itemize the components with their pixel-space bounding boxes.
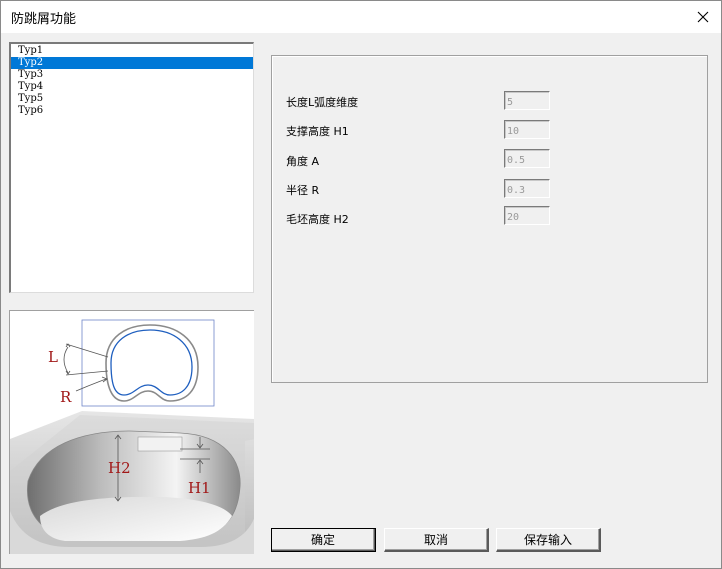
dialog-window: 防跳屑功能 Typ1 Typ2 Typ3 Typ4 Typ5 Typ6 L R …: [0, 0, 722, 569]
list-item-typ5[interactable]: Typ5: [11, 93, 253, 105]
close-icon: [697, 11, 709, 23]
close-button[interactable]: [685, 1, 721, 33]
support-height-field[interactable]: [504, 120, 550, 139]
param-label-angle: 角度 A: [286, 155, 320, 168]
ok-button[interactable]: 确定: [271, 528, 376, 552]
param-label-length: 长度L弧度维度: [286, 96, 359, 109]
blank-height-field[interactable]: [504, 206, 550, 225]
illustration-panel: L R H2 H1: [9, 310, 254, 554]
angle-field[interactable]: [504, 149, 550, 168]
type-listbox[interactable]: Typ1 Typ2 Typ3 Typ4 Typ5 Typ6: [9, 42, 254, 293]
list-item-typ2[interactable]: Typ2: [11, 57, 253, 69]
list-item-typ4[interactable]: Typ4: [11, 81, 253, 93]
cancel-button[interactable]: 取消: [384, 528, 489, 552]
window-title: 防跳屑功能: [11, 12, 77, 27]
title-bar: 防跳屑功能: [1, 1, 721, 33]
pocket-illustration: L R H2 H1: [10, 319, 254, 554]
param-label-blank-height: 毛坯高度 H2: [286, 213, 349, 226]
label-H2: H2: [108, 459, 131, 477]
label-R: R: [60, 388, 72, 406]
param-label-radius: 半径 R: [286, 184, 320, 197]
label-H1: H1: [188, 479, 211, 497]
param-label-support-height: 支撑高度 H1: [286, 125, 349, 138]
list-item-typ1[interactable]: Typ1: [11, 45, 253, 57]
list-item-typ6[interactable]: Typ6: [11, 105, 253, 117]
list-item-typ3[interactable]: Typ3: [11, 69, 253, 81]
radius-field[interactable]: [504, 179, 550, 198]
save-input-button[interactable]: 保存输入: [496, 528, 601, 552]
length-field[interactable]: [504, 91, 550, 110]
label-L: L: [48, 348, 58, 366]
